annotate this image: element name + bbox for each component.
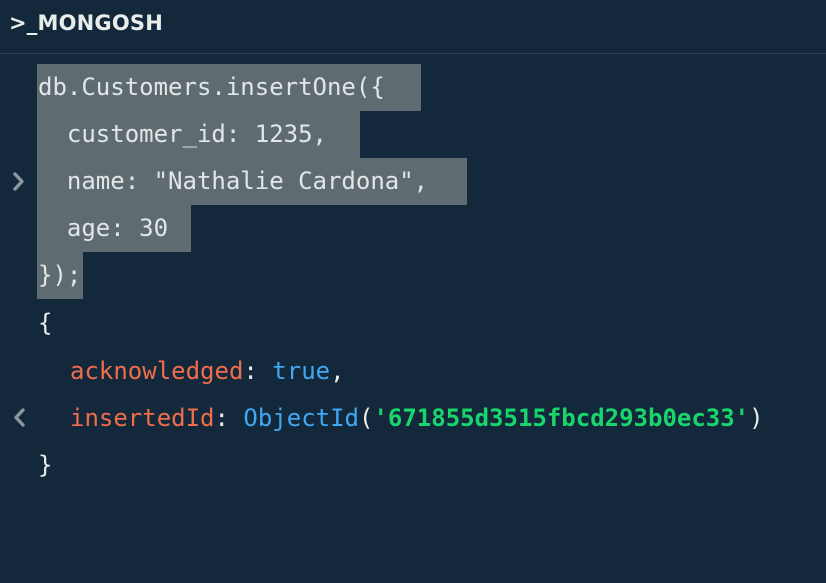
input-code-text: customer_id: 1235, [38,120,327,148]
output-line-4: } [0,442,826,489]
input-code-text: db.Customers.insertOne({ [38,73,385,101]
shell-title: >_MONGOSH [9,11,164,35]
input-line-3[interactable]: name: "Nathalie Cardona", [0,158,826,205]
paren-open: ( [359,404,374,432]
output-line-3: insertedId: ObjectId('671855d3515fbcd293… [0,395,826,442]
input-line-4[interactable]: age: 30 [0,205,826,252]
shell-header: >_MONGOSH [0,0,826,54]
chevron-right-icon [10,64,28,191]
comma: , [330,357,345,385]
mongosh-shell: >_MONGOSH db.Customers.insertOne({ custo… [0,0,826,493]
input-line-2[interactable]: customer_id: 1235, [0,111,826,158]
objectid-value: '671855d3515fbcd293b0ec33' [373,404,750,432]
paren-close: ) [749,404,764,432]
input-line-1[interactable]: db.Customers.insertOne({ [0,64,826,191]
input-code-text: name: "Nathalie Cardona", [38,167,429,195]
colon: : [243,357,273,385]
input-code-text: }); [38,261,82,289]
output-open-brace: { [38,309,53,337]
chevron-left-icon [10,300,28,427]
output-line-1: { [0,300,826,427]
acknowledged-value: true [272,357,331,385]
acknowledged-key: acknowledged [70,357,244,385]
inserted-id-key: insertedId [70,404,215,432]
output-close-brace: } [38,451,53,479]
objectid-function: ObjectId [243,404,359,432]
input-code-text: age: 30 [38,214,169,242]
colon: : [214,404,244,432]
inserted-id-field: insertedId: ObjectId('671855d3515fbcd293… [70,395,764,442]
output-line-2: acknowledged: true, [0,348,826,395]
input-line-5[interactable]: }); [0,252,826,299]
acknowledged-field: acknowledged: true, [70,348,345,395]
